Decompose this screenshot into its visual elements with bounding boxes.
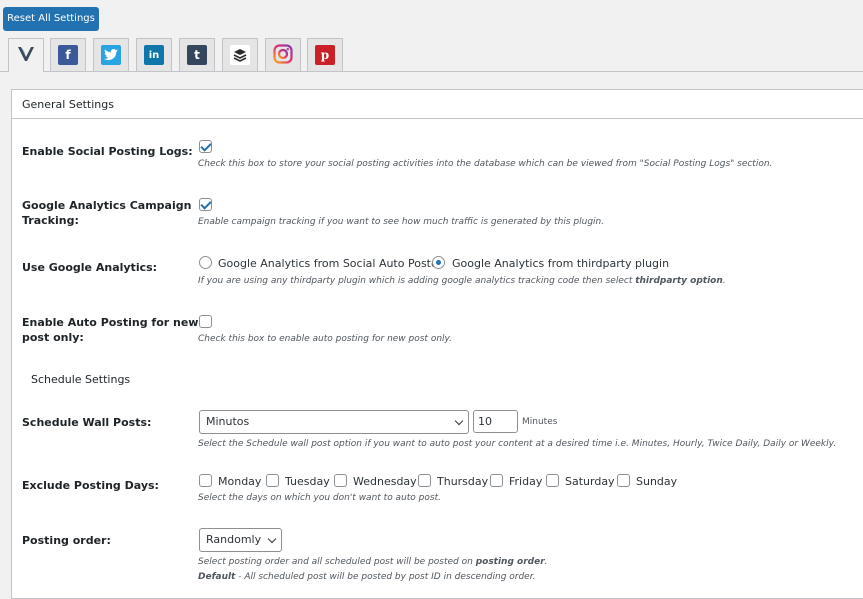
day-tuesday-label: Tuesday (285, 475, 330, 488)
ga-campaign-label: Google Analytics Campaign Tracking: (22, 198, 191, 228)
exclude-days-description: Select the days on which you don't want … (198, 493, 441, 503)
posting-order-label: Posting order: (22, 534, 111, 547)
linkedin-icon: in (144, 45, 164, 65)
schedule-wall-select-value: Minutos (206, 415, 250, 428)
day-sunday-checkbox[interactable] (617, 474, 630, 487)
auto-post-new-checkbox[interactable] (199, 315, 212, 328)
day-saturday-label: Saturday (565, 475, 615, 488)
settings-tabs: f in t p (8, 38, 863, 72)
day-friday-checkbox[interactable] (490, 474, 503, 487)
tumblr-icon: t (187, 45, 207, 65)
schedule-settings-heading: Schedule Settings (31, 373, 131, 386)
auto-post-new-description: Check this box to enable auto posting fo… (198, 334, 453, 344)
reset-all-settings-button[interactable]: Reset All Settings (3, 7, 99, 31)
use-ga-desc-text: If you are using any thirdparty plugin w… (198, 276, 636, 286)
panel-title: General Settings (22, 98, 114, 111)
ga-social-auto-poster-radio[interactable] (199, 256, 212, 269)
schedule-wall-select[interactable]: Minutos (199, 410, 469, 434)
tab-facebook[interactable]: f (50, 38, 86, 71)
day-sunday-label: Sunday (636, 475, 678, 488)
social-logs-checkbox[interactable] (199, 140, 212, 153)
use-ga-description: If you are using any thirdparty plugin w… (198, 274, 726, 288)
buffer-icon (230, 45, 250, 65)
social-logs-description: Check this box to store your social post… (198, 159, 773, 169)
posting-order-default-note: Default - All scheduled post will be pos… (198, 570, 535, 584)
day-wednesday-label: Wednesday (353, 475, 417, 488)
ga-thirdparty-radio[interactable] (432, 256, 445, 269)
day-thursday-label: Thursday (437, 475, 489, 488)
posting-order-desc-text: Select posting order and all scheduled p… (198, 557, 476, 567)
tab-twitter[interactable] (93, 38, 129, 71)
tab-buffer[interactable] (222, 38, 258, 71)
posting-order-desc-end: . (544, 557, 548, 567)
use-ga-desc-end: . (722, 276, 726, 286)
posting-order-description: Select posting order and all scheduled p… (198, 555, 548, 569)
facebook-icon: f (58, 45, 78, 65)
schedule-wall-description: Select the Schedule wall post option if … (198, 439, 837, 449)
day-saturday-checkbox[interactable] (546, 474, 559, 487)
exclude-days-label: Exclude Posting Days: (22, 479, 159, 492)
pinterest-icon: p (315, 45, 335, 65)
use-ga-label: Use Google Analytics: (22, 261, 158, 274)
tab-social-auto-poster[interactable] (8, 38, 44, 72)
twitter-icon (101, 45, 121, 65)
posting-order-select[interactable]: Randomly (199, 528, 282, 552)
day-monday-checkbox[interactable] (199, 474, 212, 487)
social-logs-label: Enable Social Posting Logs: (22, 145, 193, 158)
ga-campaign-label-line2: Tracking: (22, 214, 79, 227)
ga-campaign-description: Enable campaign tracking if you want to … (198, 217, 605, 227)
ga-campaign-checkbox[interactable] (199, 198, 212, 211)
day-thursday-checkbox[interactable] (418, 474, 431, 487)
auto-post-new-label: Enable Auto Posting for new post only: (22, 315, 198, 345)
auto-post-new-label-line1: Enable Auto Posting for new (22, 316, 199, 329)
tab-pinterest[interactable]: p (307, 38, 343, 71)
day-tuesday-checkbox[interactable] (266, 474, 279, 487)
tab-linkedin[interactable]: in (136, 38, 172, 71)
day-friday-label: Friday (509, 475, 543, 488)
posting-order-desc-bold: posting order (475, 557, 545, 567)
instagram-icon (273, 43, 293, 67)
schedule-interval-input[interactable] (473, 410, 518, 433)
chevron-down-icon (454, 416, 464, 426)
check-logo-icon (15, 43, 37, 68)
posting-order-default-bold: Default (198, 572, 236, 582)
tab-tumblr[interactable]: t (179, 38, 215, 71)
chevron-down-icon (267, 534, 277, 544)
posting-order-default-text: - All scheduled post will be posted by p… (235, 572, 536, 582)
ga-campaign-label-line1: Google Analytics Campaign (22, 199, 192, 212)
use-ga-desc-bold: thirdparty option (635, 276, 723, 286)
auto-post-new-label-line2: post only: (22, 331, 84, 344)
ga-social-auto-poster-label: Google Analytics from Social Auto Poster (218, 257, 443, 270)
posting-order-select-value: Randomly (206, 533, 262, 546)
day-monday-label: Monday (218, 475, 262, 488)
general-settings-panel: General Settings Enable Social Posting L… (11, 89, 863, 599)
divider (12, 118, 863, 119)
day-wednesday-checkbox[interactable] (334, 474, 347, 487)
interval-unit-label: Minutes (522, 417, 558, 427)
schedule-wall-label: Schedule Wall Posts: (22, 416, 152, 429)
ga-thirdparty-label: Google Analytics from thirdparty plugin (452, 257, 670, 270)
tab-instagram[interactable] (265, 38, 301, 71)
